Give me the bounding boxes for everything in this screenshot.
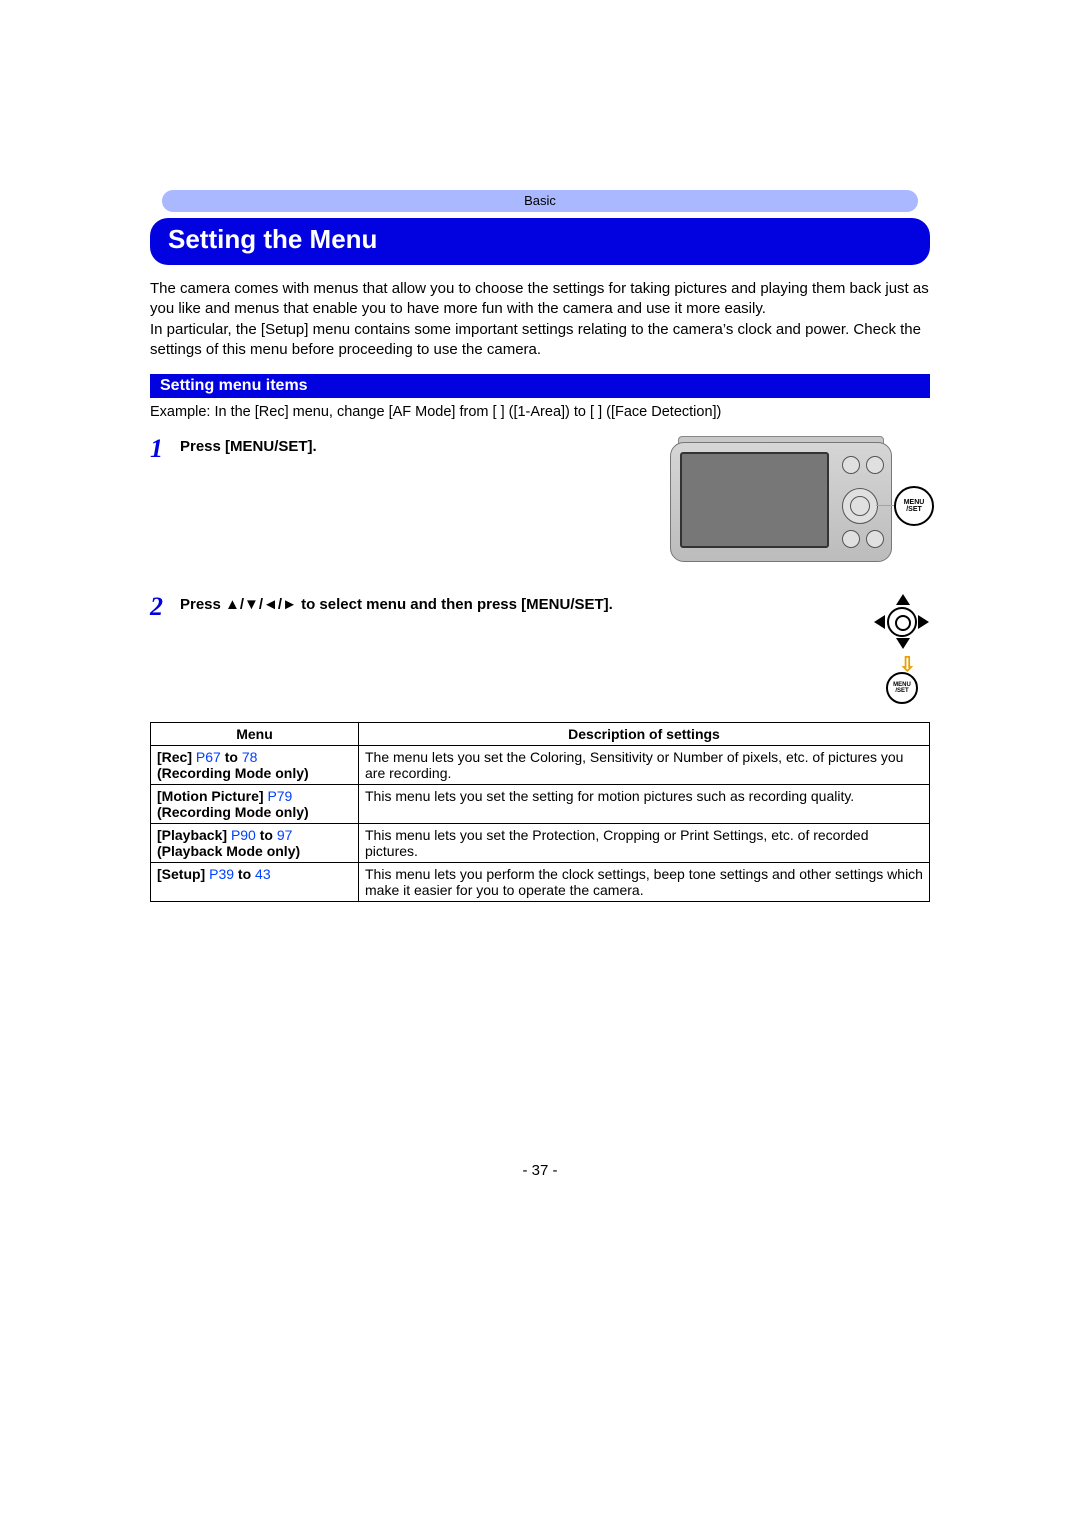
page-ref-link[interactable]: P67 xyxy=(196,749,221,765)
camera-illustration: MENU/SET xyxy=(670,436,930,566)
menu-set-icon: MENU/SET xyxy=(894,486,934,526)
table-row: [Playback] P90 to 97 (Playback Mode only… xyxy=(151,824,930,863)
page-number: - 37 - xyxy=(150,1162,930,1179)
table-header-desc: Description of settings xyxy=(359,723,930,746)
menu-table: Menu Description of settings [Rec] P67 t… xyxy=(150,722,930,902)
page-ref-link[interactable]: 97 xyxy=(277,827,293,843)
arrow-down-icon xyxy=(896,638,910,649)
step-2: 2 Press ▲/▼/◄/► to select menu and then … xyxy=(150,594,930,694)
arrow-right-icon xyxy=(918,615,929,629)
manual-page: Basic Setting the Menu The camera comes … xyxy=(0,0,1080,1279)
table-header-menu: Menu xyxy=(151,723,359,746)
camera-screen-icon xyxy=(680,452,829,548)
page-ref-link[interactable]: P79 xyxy=(267,788,292,804)
page-ref-link[interactable]: P39 xyxy=(209,866,234,882)
page-ref-link[interactable]: 78 xyxy=(242,749,258,765)
page-ref-link[interactable]: 43 xyxy=(255,866,271,882)
page-title: Setting the Menu xyxy=(150,218,930,265)
navpad-illustration: ⇩ MENU/SET xyxy=(844,594,930,694)
step-instruction: Press [MENU/SET]. xyxy=(180,436,660,455)
step-1: 1 Press [MENU/SET]. MENU/SET xyxy=(150,436,930,566)
table-row: [Motion Picture] P79 (Recording Mode onl… xyxy=(151,785,930,824)
step-number: 1 xyxy=(150,436,180,462)
table-row: [Setup] P39 to 43 This menu lets you per… xyxy=(151,863,930,902)
intro-text: The camera comes with menus that allow y… xyxy=(150,279,930,360)
arrow-left-icon xyxy=(874,615,885,629)
camera-button-icon xyxy=(842,456,860,474)
table-row: [Rec] P67 to 78 (Recording Mode only) Th… xyxy=(151,746,930,785)
camera-button-icon xyxy=(866,530,884,548)
arrow-up-icon xyxy=(896,594,910,605)
subheading: Setting menu items xyxy=(150,374,930,398)
camera-button-icon xyxy=(866,456,884,474)
step-number: 2 xyxy=(150,594,180,620)
camera-button-icon xyxy=(842,530,860,548)
camera-dial-icon xyxy=(842,488,878,524)
section-pill: Basic xyxy=(162,190,918,212)
callout-line-icon xyxy=(876,505,894,506)
step-instruction: Press ▲/▼/◄/► to select menu and then pr… xyxy=(180,594,834,613)
navpad-ring-icon xyxy=(887,607,917,637)
example-text: Example: In the [Rec] menu, change [AF M… xyxy=(150,404,930,420)
menu-set-icon: MENU/SET xyxy=(886,672,918,704)
page-ref-link[interactable]: P90 xyxy=(231,827,256,843)
